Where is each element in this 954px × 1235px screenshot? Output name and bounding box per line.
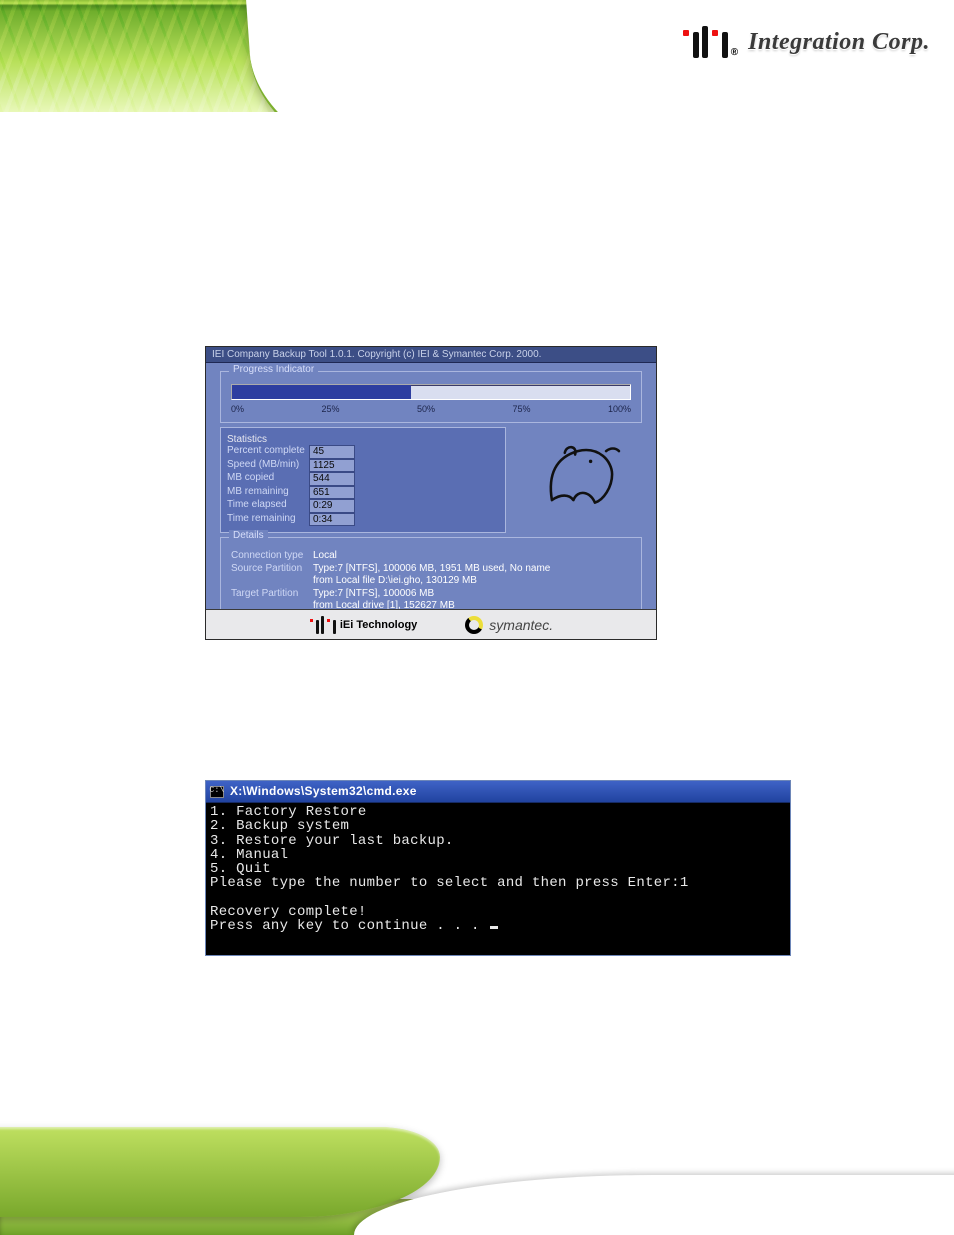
detail-tgt-line1: Type:7 [NTFS], 100006 MB — [313, 588, 631, 601]
detail-src-line1: Type:7 [NTFS], 100006 MB, 1951 MB used, … — [313, 563, 631, 576]
stat-remaining-value: 651 — [309, 486, 355, 500]
stat-speed-label: Speed (MB/min) — [227, 459, 309, 473]
tick-75: 75% — [512, 404, 530, 414]
tick-50: 50% — [417, 404, 435, 414]
cmd-titlebar: C:\ X:\Windows\System32\cmd.exe — [206, 781, 790, 803]
stat-elapsed-value: 0:29 — [309, 499, 355, 513]
detail-conn-label: Connection type — [231, 550, 313, 563]
backup-tool-titlebar: IEI Company Backup Tool 1.0.1. Copyright… — [206, 347, 656, 363]
detail-src-label: Source Partition — [231, 563, 313, 576]
progress-panel: Progress Indicator 0% 25% 50% 75% 100% — [220, 371, 642, 423]
stat-copied-value: 544 — [309, 472, 355, 486]
iei-logo-icon: ® — [682, 26, 738, 58]
cmd-line-9: Press any key to continue . . . — [210, 918, 488, 934]
symantec-brand: symantec. — [465, 616, 553, 634]
ghost-icon — [522, 427, 642, 533]
page-footer-decoration — [0, 1115, 954, 1235]
stats-row: Statistics Percent complete45 Speed (MB/… — [220, 427, 642, 533]
cursor-icon — [490, 926, 498, 929]
stat-copied-label: MB copied — [227, 472, 309, 486]
details-caption: Details — [229, 530, 268, 541]
backup-tool-window: IEI Company Backup Tool 1.0.1. Copyright… — [205, 346, 657, 640]
brand-name: Integration Corp. — [748, 29, 930, 56]
progress-caption: Progress Indicator — [229, 364, 318, 375]
page-header-decoration: ® Integration Corp. — [0, 0, 954, 112]
symantec-label: symantec. — [489, 617, 553, 633]
progress-bar — [231, 384, 631, 400]
detail-tgt-label: Target Partition — [231, 588, 313, 601]
iei-technology-label: iEi Technology — [340, 619, 417, 631]
stat-time-remaining-value: 0:34 — [309, 513, 355, 527]
statistics-caption: Statistics — [227, 434, 267, 445]
detail-conn-value: Local — [313, 550, 631, 563]
tick-100: 100% — [608, 404, 631, 414]
symantec-logo-icon — [465, 616, 483, 634]
tick-0: 0% — [231, 404, 244, 414]
cmd-window: C:\ X:\Windows\System32\cmd.exe 1. Facto… — [205, 780, 791, 956]
stat-time-remaining-label: Time remaining — [227, 513, 309, 527]
progress-ticks: 0% 25% 50% 75% 100% — [231, 404, 631, 414]
cmd-icon: C:\ — [210, 786, 224, 798]
statistics-table: Percent complete45 Speed (MB/min)1125 MB… — [227, 445, 499, 526]
brand-block: ® Integration Corp. — [682, 26, 930, 58]
cmd-terminal[interactable]: 1. Factory Restore 2. Backup system 3. R… — [206, 803, 790, 935]
stat-percent-value: 45 — [309, 445, 355, 459]
cmd-line-6: Please type the number to select and the… — [210, 875, 689, 891]
stat-elapsed-label: Time elapsed — [227, 499, 309, 513]
backup-tool-footer: iEi Technology symantec. — [206, 609, 656, 639]
cmd-title-text: X:\Windows\System32\cmd.exe — [230, 785, 417, 797]
stat-remaining-label: MB remaining — [227, 486, 309, 500]
tick-25: 25% — [321, 404, 339, 414]
stat-percent-label: Percent complete — [227, 445, 309, 459]
detail-src-line2: from Local file D:\iei.gho, 130129 MB — [313, 575, 631, 588]
iei-mini-logo-icon — [309, 616, 336, 634]
stat-speed-value: 1125 — [309, 459, 355, 473]
